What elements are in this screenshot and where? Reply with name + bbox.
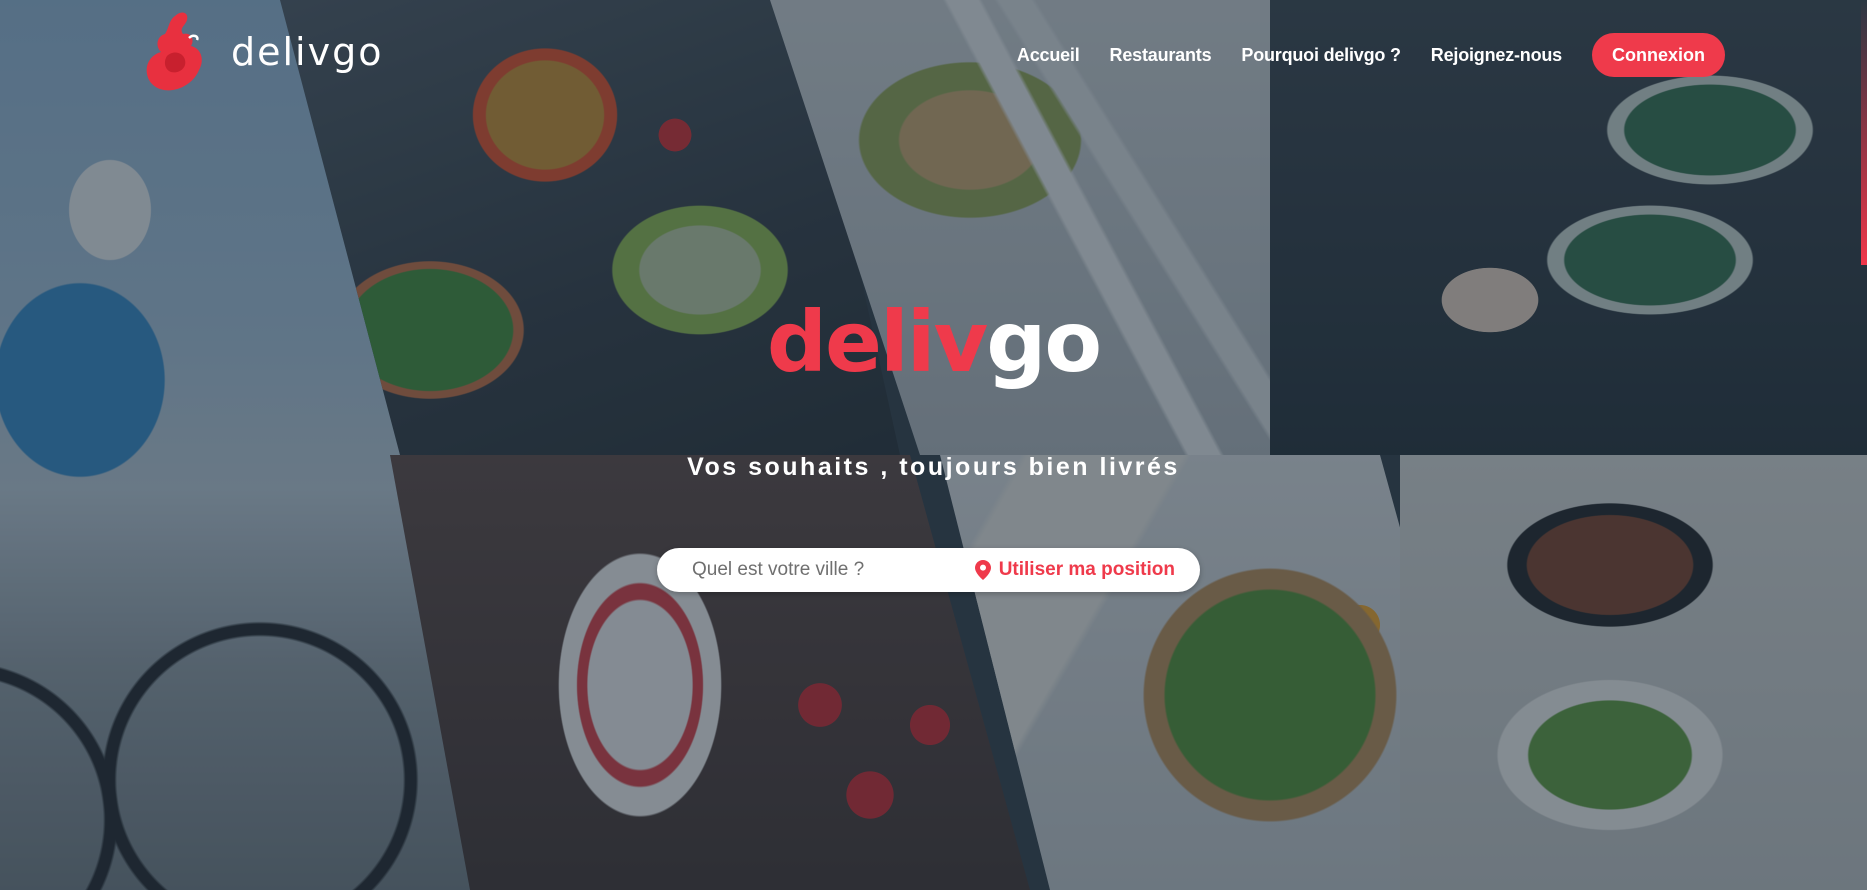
city-search-input[interactable] — [657, 549, 969, 591]
nav-item-accueil[interactable]: Accueil — [1017, 45, 1080, 66]
nav-item-rejoignez[interactable]: Rejoignez-nous — [1431, 45, 1562, 66]
nav-item-restaurants[interactable]: Restaurants — [1110, 45, 1212, 66]
login-button[interactable]: Connexion — [1592, 33, 1725, 77]
hero-logo-part-white: go — [986, 293, 1102, 391]
hero-logo: delivgo — [0, 300, 1867, 384]
hero-logo-part-red: deliv — [766, 293, 988, 391]
brand-name: delivgo — [231, 30, 384, 74]
city-search-bar: Utiliser ma position — [657, 548, 1200, 592]
map-pin-icon — [974, 560, 991, 580]
use-my-location-button[interactable]: Utiliser ma position — [969, 558, 1200, 582]
site-header: delivgo Accueil Restaurants Pourquoi del… — [0, 0, 1867, 110]
nav-item-pourquoi[interactable]: Pourquoi delivgo ? — [1241, 45, 1401, 66]
hero-section: delivgo Accueil Restaurants Pourquoi del… — [0, 0, 1867, 890]
hero-tagline: Vos souhaits , toujours bien livrés — [687, 453, 1180, 481]
hero-overlay — [0, 0, 1867, 890]
rabbit-logo-icon — [146, 12, 202, 91]
use-my-location-label: Utiliser ma position — [998, 559, 1175, 580]
main-nav: Accueil Restaurants Pourquoi delivgo ? R… — [1017, 33, 1725, 77]
brand-logo-link[interactable]: delivgo — [145, 10, 383, 94]
